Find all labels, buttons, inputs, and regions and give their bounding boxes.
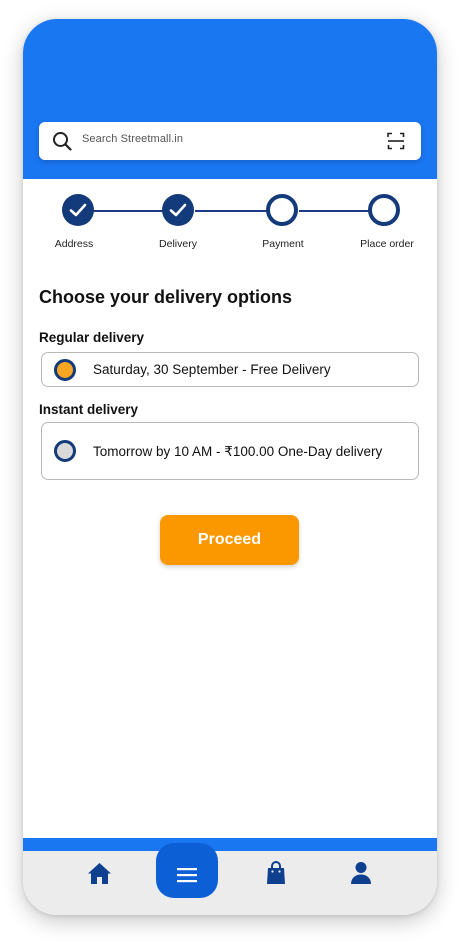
search-input[interactable]: Search Streetmall.in: [82, 133, 183, 145]
proceed-button[interactable]: Proceed: [160, 515, 299, 565]
instant-delivery-text: Tomorrow by 10 AM - ₹100.00 One-Day deli…: [93, 444, 383, 459]
menu-icon: [177, 868, 197, 883]
check-icon: [169, 203, 187, 217]
regular-delivery-heading: Regular delivery: [39, 330, 145, 345]
nav-menu[interactable]: [156, 843, 218, 898]
nav-bag[interactable]: [244, 851, 308, 901]
step-label-place-order: Place order: [360, 238, 414, 250]
bag-icon: [267, 861, 285, 884]
checkout-stepper: Address Delivery Payment Place order: [23, 194, 437, 254]
step-payment[interactable]: [266, 194, 298, 226]
step-label-payment: Payment: [262, 238, 304, 250]
scan-icon[interactable]: [387, 132, 405, 150]
search-bar[interactable]: Search Streetmall.in: [39, 122, 421, 160]
regular-delivery-option[interactable]: Saturday, 30 September - Free Delivery: [41, 352, 419, 387]
home-icon: [88, 863, 111, 884]
profile-icon: [351, 862, 371, 884]
instant-delivery-radio[interactable]: [54, 440, 76, 462]
nav-profile[interactable]: [329, 851, 393, 901]
instant-delivery-heading: Instant delivery: [39, 402, 139, 417]
nav-accent-strip: [23, 838, 437, 852]
phone-frame: Search Streetmall.in Address Delivery Pa…: [23, 19, 437, 915]
regular-delivery-radio[interactable]: [54, 359, 76, 381]
nav-home[interactable]: [67, 851, 131, 901]
regular-delivery-text: Saturday, 30 September - Free Delivery: [93, 362, 331, 377]
step-delivery[interactable]: [162, 194, 194, 226]
step-label-address: Address: [54, 238, 94, 250]
bottom-nav: [23, 843, 437, 915]
app-header: Search Streetmall.in: [23, 19, 437, 179]
step-address[interactable]: [62, 194, 94, 226]
step-place-order[interactable]: [368, 194, 400, 226]
search-icon: [53, 132, 72, 151]
step-connector: [195, 210, 267, 212]
check-icon: [69, 203, 87, 217]
step-connector: [299, 210, 369, 212]
step-label-delivery: Delivery: [159, 238, 197, 250]
instant-delivery-option[interactable]: Tomorrow by 10 AM - ₹100.00 One-Day deli…: [41, 422, 419, 480]
page-title: Choose your delivery options: [39, 287, 293, 307]
